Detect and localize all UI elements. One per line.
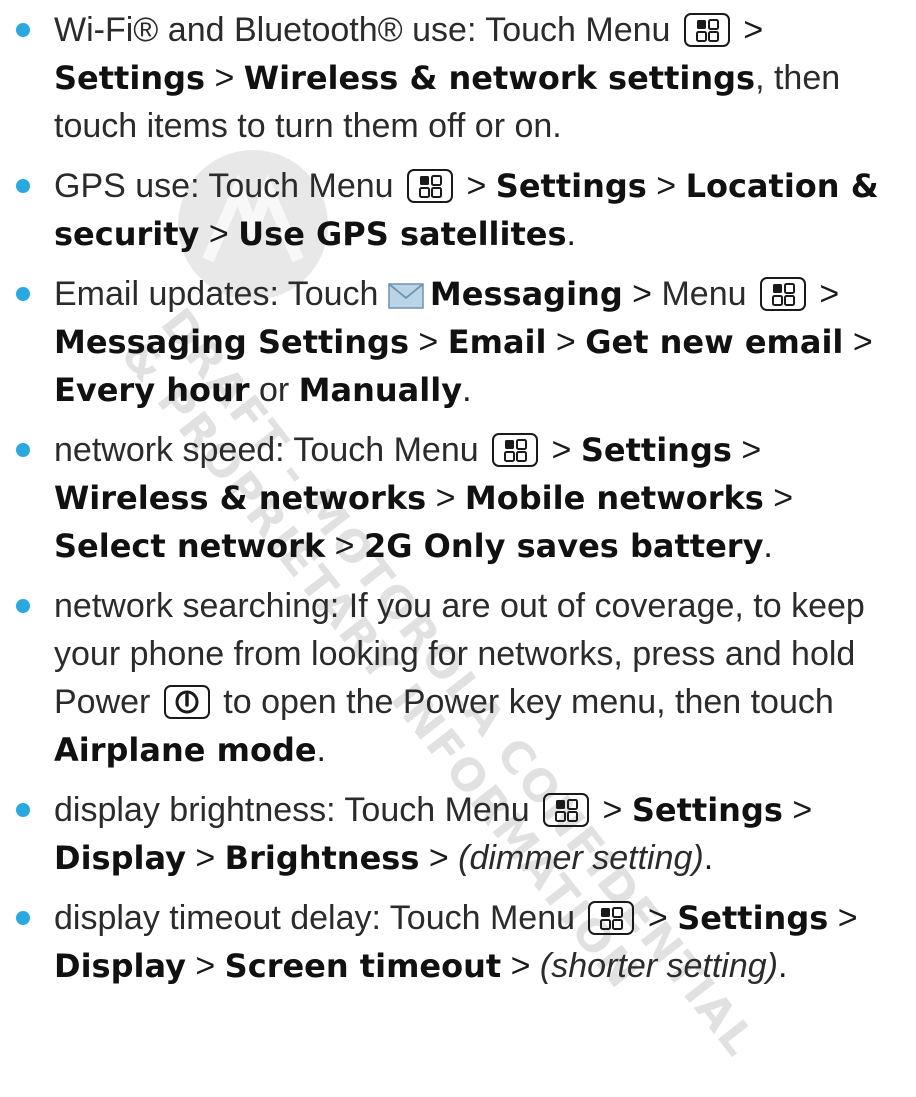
- bullet-icon: [16, 23, 30, 37]
- bullet-icon: [16, 287, 30, 301]
- battery-tips-list: Wi-Fi® and Bluetooth® use: Touch Menu > …: [0, 0, 916, 990]
- menu-key-icon: [492, 433, 539, 467]
- bullet-icon: [16, 443, 30, 457]
- bullet-icon: [16, 911, 30, 925]
- menu-key-icon: [588, 901, 635, 935]
- menu-key-icon: [407, 169, 454, 203]
- envelope-icon: [388, 283, 424, 309]
- bullet-icon: [16, 179, 30, 193]
- tip-display-brightness: display brightness: Touch Menu > Setting…: [0, 786, 916, 882]
- menu-key-icon: [759, 277, 806, 311]
- tip-wifi-bluetooth: Wi-Fi® and Bluetooth® use: Touch Menu > …: [0, 6, 916, 150]
- tip-network-speed: network speed: Touch Menu > Settings > W…: [0, 426, 916, 570]
- menu-key-icon: [683, 13, 730, 47]
- tip-network-searching: network searching: If you are out of cov…: [0, 582, 916, 774]
- bullet-icon: [16, 803, 30, 817]
- tip-display-timeout: display timeout delay: Touch Menu > Sett…: [0, 894, 916, 990]
- tip-email-updates: Email updates: Touch Messaging > Menu > …: [0, 270, 916, 414]
- power-key-icon: [163, 685, 210, 719]
- bullet-icon: [16, 599, 30, 613]
- tip-gps: GPS use: Touch Menu > Settings > Locatio…: [0, 162, 916, 258]
- menu-key-icon: [543, 793, 590, 827]
